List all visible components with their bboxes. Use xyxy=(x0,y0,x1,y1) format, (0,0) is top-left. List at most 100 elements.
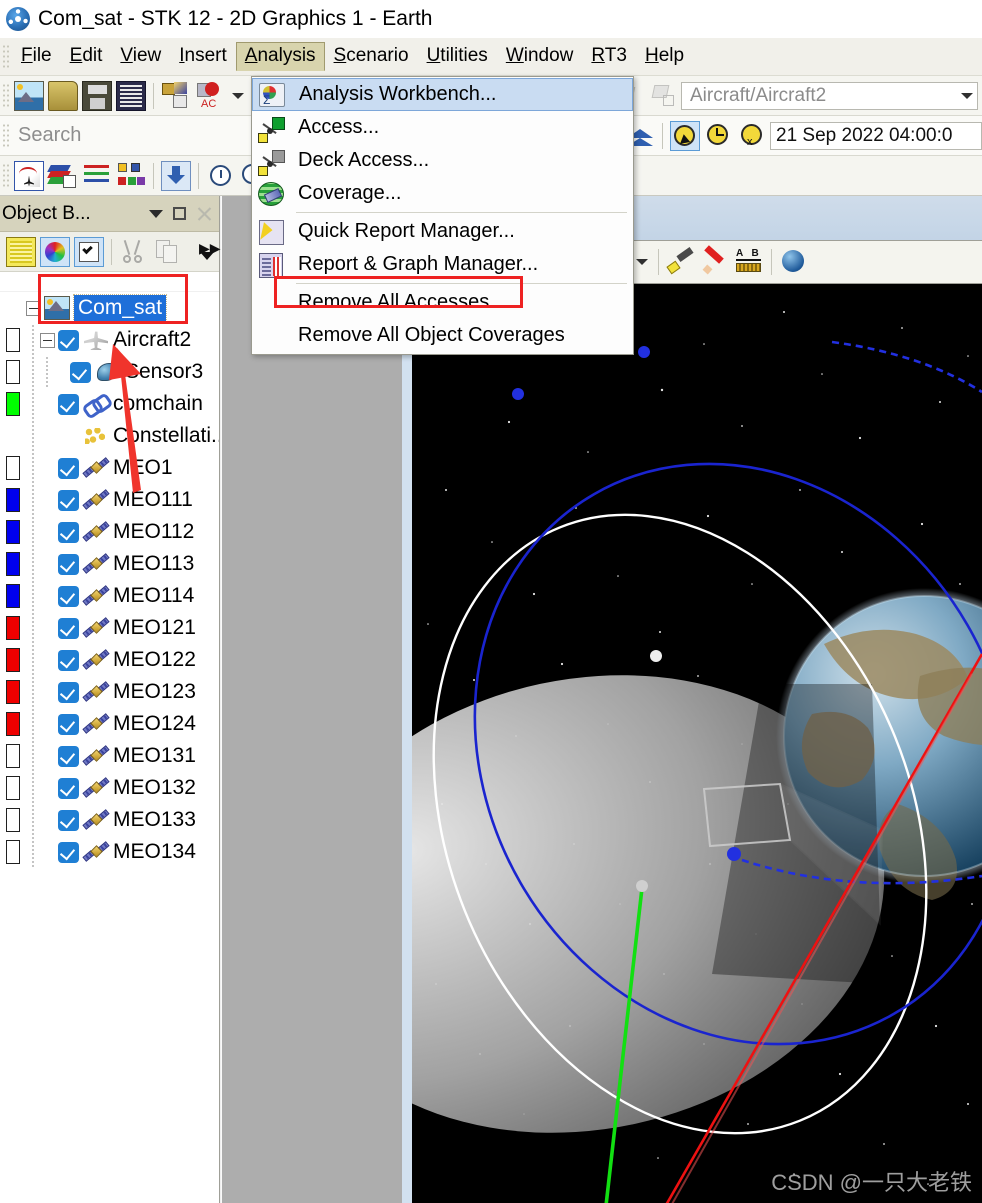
tree-item-sensor3[interactable]: Sensor3 xyxy=(0,356,219,388)
swatch-meo111[interactable] xyxy=(0,488,26,512)
new-scenario-icon[interactable] xyxy=(14,80,44,111)
tree-item-meo121[interactable]: MEO121 xyxy=(0,612,219,644)
tree-item-com-sat[interactable]: Com_sat xyxy=(0,292,219,324)
chevron-down-icon[interactable] xyxy=(636,259,648,265)
layers-icon[interactable] xyxy=(47,161,78,191)
maximize-icon[interactable] xyxy=(169,203,191,225)
color-wheel-icon[interactable] xyxy=(40,236,70,267)
tree-checkbox[interactable] xyxy=(58,521,79,543)
menu-view[interactable]: View xyxy=(111,42,170,71)
menu-window[interactable]: Window xyxy=(497,42,583,71)
close-icon[interactable] xyxy=(193,203,215,225)
swatch-meo123[interactable] xyxy=(0,680,26,704)
tree-checkbox[interactable] xyxy=(58,681,79,703)
save-icon[interactable] xyxy=(82,80,112,111)
aircraft-graphics-icon[interactable] xyxy=(14,160,44,191)
tree-checkbox[interactable] xyxy=(58,489,79,511)
tree-checkbox[interactable] xyxy=(58,777,79,799)
analysis-dropdown-menu[interactable]: Analysis Workbench... Access... Deck Acc… xyxy=(251,76,634,355)
menu-edit[interactable]: Edit xyxy=(61,42,112,71)
tree-item-meo1[interactable]: MEO1 xyxy=(0,452,219,484)
expander-icon[interactable] xyxy=(40,332,55,348)
swatch-meo122[interactable] xyxy=(0,648,26,672)
menu-help[interactable]: Help xyxy=(636,42,693,71)
menu-rt3[interactable]: RT3 xyxy=(582,42,636,71)
toolbar-grip-3[interactable] xyxy=(2,162,10,189)
menu-insert[interactable]: Insert xyxy=(170,42,236,71)
copy-icon[interactable] xyxy=(153,237,183,267)
object-tree[interactable]: Com_sat Aircraft2 Sensor3 comchain Const… xyxy=(0,272,219,1203)
menuitem-access[interactable]: Access... xyxy=(252,111,633,144)
tree-checkbox[interactable] xyxy=(58,553,79,575)
menu-utilities[interactable]: Utilities xyxy=(418,42,497,71)
animation-clock-icon[interactable] xyxy=(206,161,236,191)
measure-icon[interactable]: A B xyxy=(734,247,764,277)
tree-checkbox[interactable] xyxy=(58,329,79,351)
tree-checkbox[interactable] xyxy=(58,809,79,831)
open-scenario-icon[interactable] xyxy=(48,80,78,111)
menubar-grip[interactable] xyxy=(2,43,10,70)
tree-checkbox[interactable] xyxy=(58,393,79,415)
tree-item-meo113[interactable]: MEO113 xyxy=(0,548,219,580)
tree-item-meo114[interactable]: MEO114 xyxy=(0,580,219,612)
menuitem-quick-report-manager[interactable]: Quick Report Manager... xyxy=(252,215,633,248)
tree-checkbox[interactable] xyxy=(58,745,79,767)
tree-item-meo132[interactable]: MEO132 xyxy=(0,772,219,804)
remove-access-icon[interactable]: AC xyxy=(195,81,225,111)
object-hierarchy-icon[interactable] xyxy=(116,161,146,191)
tree-checkbox[interactable] xyxy=(58,713,79,735)
tree-checkbox[interactable] xyxy=(58,585,79,607)
swatch-meo113[interactable] xyxy=(0,552,26,576)
swatch-meo114[interactable] xyxy=(0,584,26,608)
swatch-comchain[interactable] xyxy=(0,392,26,416)
tree-item-meo133[interactable]: MEO133 xyxy=(0,804,219,836)
insert-object-icon[interactable] xyxy=(161,81,191,111)
menuitem-deck-access[interactable]: Deck Access... xyxy=(252,144,633,177)
object-properties-icon[interactable] xyxy=(6,236,36,267)
cut-icon[interactable] xyxy=(119,237,149,267)
swatch-meo132[interactable] xyxy=(0,776,26,800)
chevron-down-icon[interactable] xyxy=(961,92,973,99)
tree-item-comchain[interactable]: comchain xyxy=(0,388,219,420)
swatch-meo121[interactable] xyxy=(0,616,26,640)
toolbar-chevron-down-icon[interactable] xyxy=(232,92,244,99)
animation-time-field[interactable]: 21 Sep 2022 04:00:0 xyxy=(770,121,982,150)
menuitem-remove-all-object-coverages[interactable]: Remove All Object Coverages xyxy=(252,319,633,352)
clock-start-icon[interactable] xyxy=(704,121,734,151)
download-icon[interactable] xyxy=(161,160,191,191)
tree-item-meo124[interactable]: MEO124 xyxy=(0,708,219,740)
tree-item-meo131[interactable]: MEO131 xyxy=(0,740,219,772)
swatch-meo133[interactable] xyxy=(0,808,26,832)
clock-end-icon[interactable]: x xyxy=(738,121,768,151)
menuitem-remove-all-accesses[interactable]: Remove All Accesses xyxy=(252,286,633,319)
tree-checkbox[interactable] xyxy=(58,841,79,863)
tree-item-meo122[interactable]: MEO122 xyxy=(0,644,219,676)
tree-checkbox[interactable] xyxy=(58,617,79,639)
swatch-meo124[interactable] xyxy=(0,712,26,736)
menu-analysis[interactable]: Analysis xyxy=(235,42,325,71)
tree-checkbox[interactable] xyxy=(58,649,79,671)
timeline-icon[interactable] xyxy=(82,160,112,191)
swatch-sensor3[interactable] xyxy=(0,360,26,384)
flashlight-icon[interactable] xyxy=(666,247,696,277)
swatch-meo134[interactable] xyxy=(0,840,26,864)
expander-icon[interactable] xyxy=(26,300,41,316)
swatch-meo1[interactable] xyxy=(0,456,26,480)
globe-icon[interactable] xyxy=(779,247,809,277)
pencil-icon[interactable] xyxy=(700,245,730,277)
panel-menu-icon[interactable] xyxy=(145,203,167,225)
object-selector-combo[interactable]: Aircraft/Aircraft2 xyxy=(681,81,978,110)
scenario-properties-icon[interactable] xyxy=(116,80,146,111)
toolbar-grip-2[interactable] xyxy=(2,122,10,149)
menu-scenario[interactable]: Scenario xyxy=(325,42,418,71)
tree-item-meo123[interactable]: MEO123 xyxy=(0,676,219,708)
earth-3d-scene[interactable]: CSDN @一只大老铁 xyxy=(412,284,982,1203)
menu-file[interactable]: File xyxy=(12,42,61,71)
swatch-aircraft2[interactable] xyxy=(0,328,26,352)
menuitem-coverage[interactable]: Coverage... xyxy=(252,177,633,210)
tree-item-meo112[interactable]: MEO112 xyxy=(0,516,219,548)
clock-reset-icon[interactable] xyxy=(670,120,700,151)
check-all-icon[interactable] xyxy=(74,236,104,267)
menuitem-analysis-workbench[interactable]: Analysis Workbench... xyxy=(252,78,633,111)
tree-item-constellation[interactable]: Constellati... xyxy=(0,420,219,452)
